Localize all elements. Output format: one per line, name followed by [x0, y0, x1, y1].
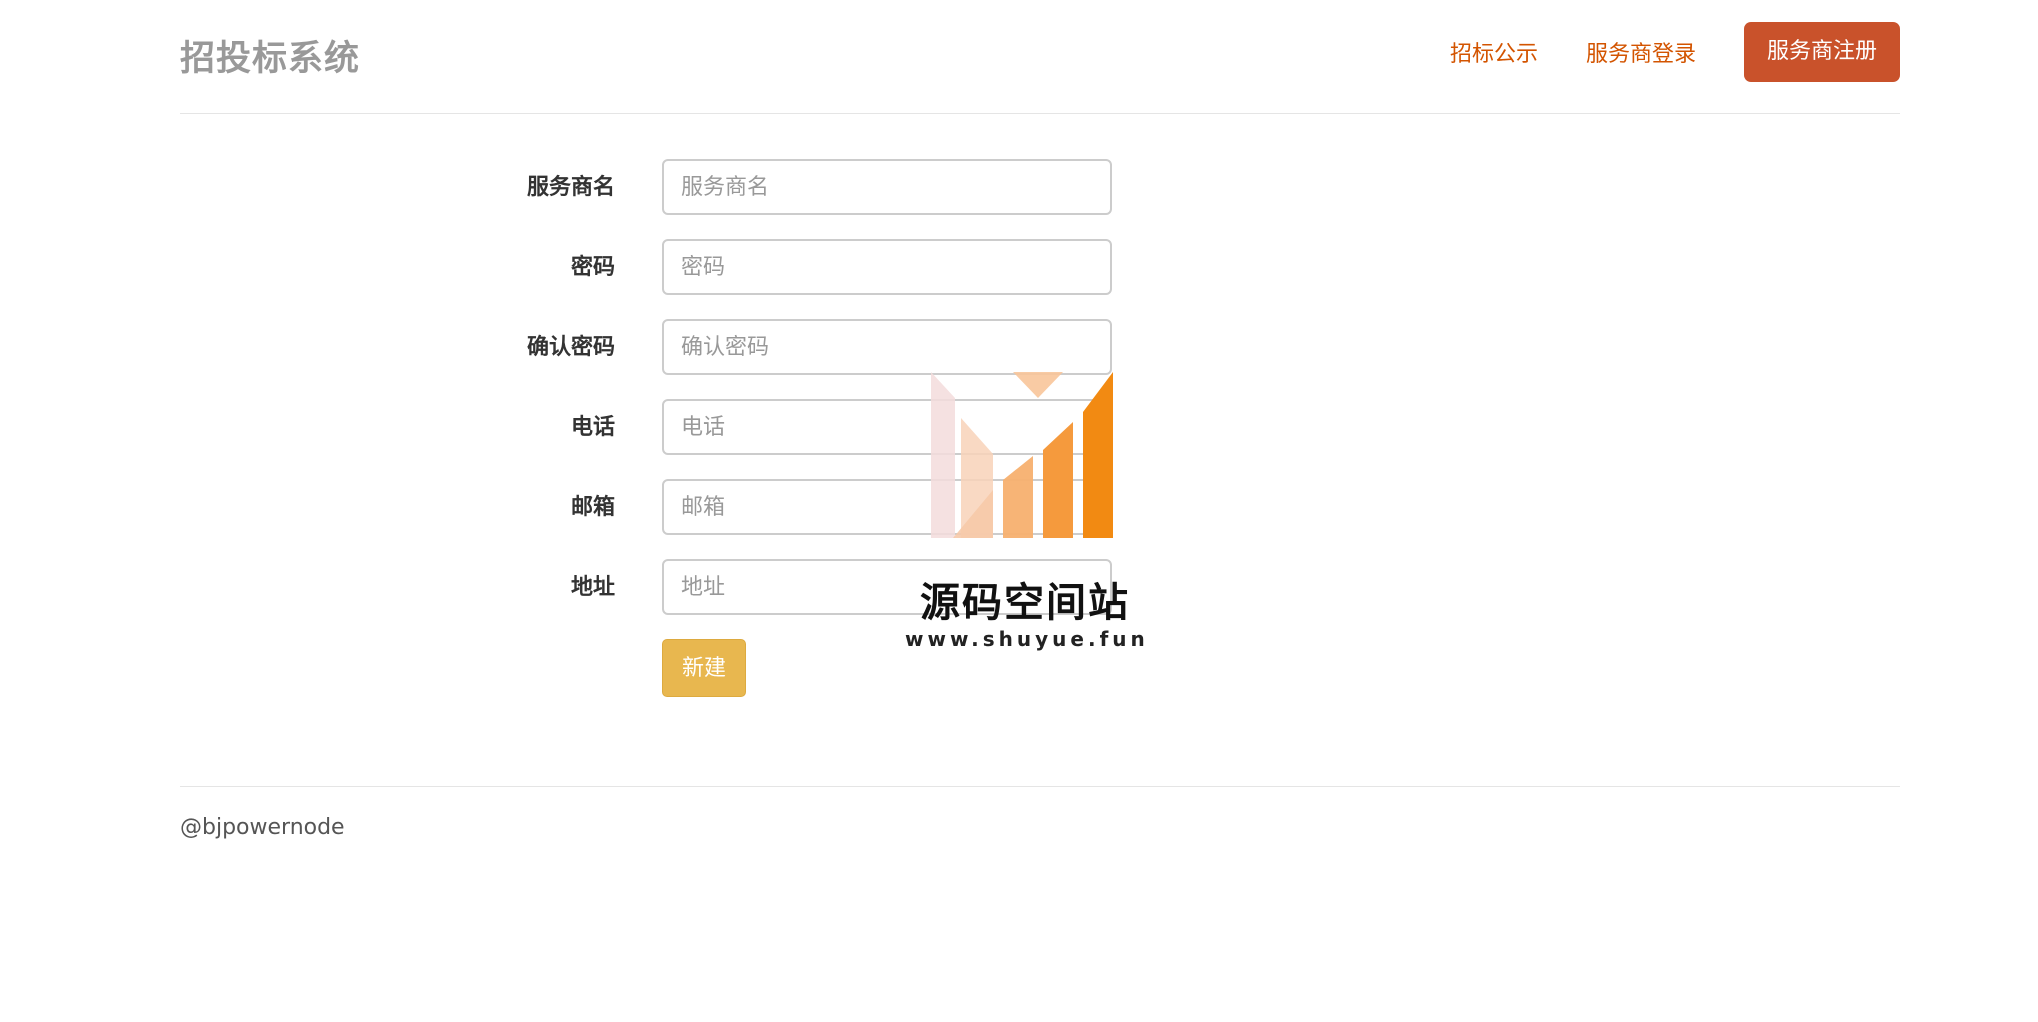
- footer-divider: [180, 786, 1900, 787]
- name-label: 服务商名: [526, 175, 615, 200]
- form-row-name: 服务商名: [0, 159, 1200, 217]
- password-input[interactable]: [662, 239, 1112, 295]
- watermark: 源码空间站 www.shuyue.fun: [905, 370, 1145, 670]
- password-label: 密码: [570, 255, 615, 280]
- email-label: 邮箱: [570, 495, 615, 520]
- address-label: 地址: [570, 575, 615, 600]
- name-input[interactable]: [662, 159, 1112, 215]
- footer-text: @bjpowernode: [180, 815, 345, 840]
- top-nav: 招标公示 服务商登录 服务商注册: [1450, 22, 1900, 82]
- confirm-password-label: 确认密码: [526, 335, 615, 360]
- nav-link-announce[interactable]: 招标公示: [1450, 36, 1538, 68]
- watermark-logo-icon: [931, 372, 1113, 538]
- nav-link-login[interactable]: 服务商登录: [1586, 36, 1696, 68]
- header: 招投标系统 招标公示 服务商登录 服务商注册: [180, 0, 1900, 114]
- watermark-url: www.shuyue.fun: [905, 627, 1149, 651]
- page: 招投标系统 招标公示 服务商登录 服务商注册 服务商名 密码 确认密码 电话 邮…: [0, 0, 2038, 1022]
- phone-label: 电话: [570, 415, 615, 440]
- watermark-title: 源码空间站: [920, 580, 1130, 626]
- register-button[interactable]: 服务商注册: [1743, 22, 1900, 82]
- confirm-password-input[interactable]: [662, 319, 1112, 375]
- form-row-password: 密码: [0, 239, 1200, 297]
- form-row-confirm-password: 确认密码: [0, 319, 1200, 377]
- create-button[interactable]: 新建: [662, 639, 746, 697]
- brand-title[interactable]: 招投标系统: [180, 30, 360, 81]
